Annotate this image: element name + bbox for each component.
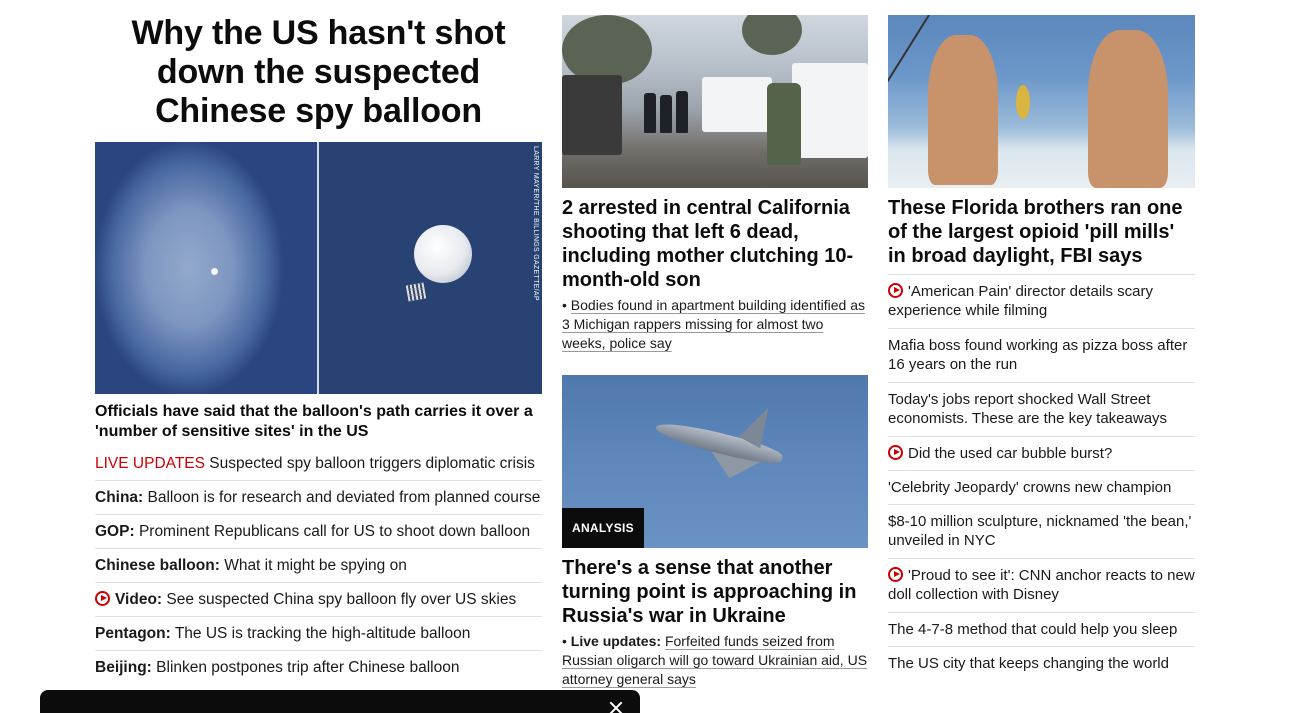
list-item[interactable]: Mafia boss found working as pizza boss a… (888, 328, 1195, 382)
list-item[interactable]: Video: See suspected China spy balloon f… (95, 583, 542, 617)
balloon-closeup (414, 225, 472, 283)
live-updates-label: LIVE UPDATES (95, 455, 205, 472)
florida-brothers-headline[interactable]: These Florida brothers ran one of the la… (888, 196, 1195, 268)
list-item[interactable]: 'American Pain' director details scary e… (888, 274, 1195, 328)
florida-brothers-image[interactable] (888, 15, 1195, 188)
california-shooting-image[interactable] (562, 15, 868, 188)
list-item-prefix: China: (95, 489, 144, 506)
list-item-text: The US is tracking the high-altitude bal… (174, 625, 471, 642)
vehicle-shape (562, 75, 622, 155)
list-item-prefix: GOP: (95, 523, 135, 540)
california-shooting-headline[interactable]: 2 arrested in central California shootin… (562, 196, 868, 292)
list-item[interactable]: 'Proud to see it': CNN anchor reacts to … (888, 558, 1195, 612)
play-video-icon (888, 567, 903, 582)
subhead-link[interactable]: Bodies found in apartment building ident… (562, 297, 865, 351)
list-item-text: What it might be spying on (224, 557, 407, 574)
vehicle-shape (792, 63, 868, 158)
list-item[interactable]: Pentagon: The US is tracking the high-al… (95, 617, 542, 651)
officer-shape (767, 83, 801, 165)
list-item-text: Did the used car bubble burst? (908, 445, 1113, 462)
lead-headline[interactable]: Why the US hasn't shot down the suspecte… (95, 0, 542, 131)
list-item-prefix: Beijing: (95, 659, 152, 676)
person-shape (644, 93, 656, 133)
california-shooting-subhead[interactable]: • Bodies found in apartment building ide… (562, 296, 868, 353)
live-updates-prefix: Live updates: (570, 633, 662, 649)
lead-caption[interactable]: Officials have said that the balloon's p… (95, 402, 542, 442)
list-item-text: 'American Pain' director details scary e… (888, 283, 1153, 319)
list-item[interactable]: LIVE UPDATES Suspected spy balloon trigg… (95, 447, 542, 481)
list-item-text: $8-10 million sculpture, nicknamed 'the … (888, 513, 1192, 549)
person-shape (1088, 30, 1168, 188)
ukraine-war-subhead[interactable]: • Live updates: Forfeited funds seized f… (562, 632, 868, 689)
fighter-jet-image[interactable]: ANALYSIS (562, 375, 868, 548)
list-item[interactable]: Chinese balloon: What it might be spying… (95, 549, 542, 583)
list-item[interactable]: The US city that keeps changing the worl… (888, 646, 1195, 680)
list-item[interactable]: China: Balloon is for research and devia… (95, 481, 542, 515)
list-item-prefix: Video: (115, 591, 163, 608)
list-item-text: Blinken postpones trip after Chinese bal… (156, 659, 460, 676)
bullet: • (562, 633, 567, 649)
balloon-distant-dot (211, 268, 218, 275)
fishing-rod-shape (888, 15, 930, 92)
list-item[interactable]: $8-10 million sculpture, nicknamed 'the … (888, 504, 1195, 558)
tree-shape (742, 15, 802, 55)
person-shape (928, 35, 998, 185)
list-item-text: Today's jobs report shocked Wall Street … (888, 391, 1168, 427)
person-shape (676, 91, 688, 133)
balloon-gondola (405, 282, 427, 302)
person-shape (660, 95, 672, 133)
analysis-badge: ANALYSIS (562, 508, 644, 548)
list-item-text: Balloon is for research and deviated fro… (147, 489, 541, 506)
play-video-icon (888, 445, 903, 460)
ukraine-war-headline[interactable]: There's a sense that another turning poi… (562, 556, 868, 628)
list-item-text: Suspected spy balloon triggers diplomati… (209, 455, 535, 472)
list-item-text: 'Proud to see it': CNN anchor reacts to … (888, 567, 1195, 603)
list-item[interactable]: The 4-7-8 method that could help you sle… (888, 612, 1195, 646)
close-icon[interactable] (608, 700, 624, 713)
list-item-prefix: Pentagon: (95, 625, 171, 642)
list-item-text: 'Celebrity Jeopardy' crowns new champion (888, 479, 1172, 496)
list-item[interactable]: GOP: Prominent Republicans call for US t… (95, 515, 542, 549)
play-video-icon (888, 283, 903, 298)
list-item[interactable]: 'Celebrity Jeopardy' crowns new champion (888, 470, 1195, 504)
fish-shape (1016, 85, 1030, 119)
list-item-text: Mafia boss found working as pizza boss a… (888, 337, 1188, 373)
balloon-image[interactable]: LARRY MAYER/THE BILLINGS GAZETTE/AP (95, 142, 542, 394)
lead-related-list: LIVE UPDATES Suspected spy balloon trigg… (95, 447, 542, 685)
play-video-icon (95, 591, 110, 606)
list-item[interactable]: Beijing: Blinken postpones trip after Ch… (95, 651, 542, 685)
lead-story-column: Why the US hasn't shot down the suspecte… (95, 0, 542, 676)
list-item-text: The US city that keeps changing the worl… (888, 655, 1169, 672)
list-item-prefix: Chinese balloon: (95, 557, 220, 574)
vehicle-shape (702, 77, 772, 132)
list-item-text: Prominent Republicans call for US to sho… (138, 523, 531, 540)
list-item-text: See suspected China spy balloon fly over… (166, 591, 517, 608)
bullet: • (562, 297, 567, 313)
list-item-text: The 4-7-8 method that could help you sle… (888, 621, 1178, 638)
list-item[interactable]: Today's jobs report shocked Wall Street … (888, 382, 1195, 436)
balloon-image-left-panel (95, 142, 317, 394)
right-headline-list: 'American Pain' director details scary e… (888, 274, 1195, 680)
image-credit: LARRY MAYER/THE BILLINGS GAZETTE/AP (532, 146, 539, 301)
floating-video-player[interactable] (40, 690, 640, 713)
list-item[interactable]: Did the used car bubble burst? (888, 436, 1195, 470)
